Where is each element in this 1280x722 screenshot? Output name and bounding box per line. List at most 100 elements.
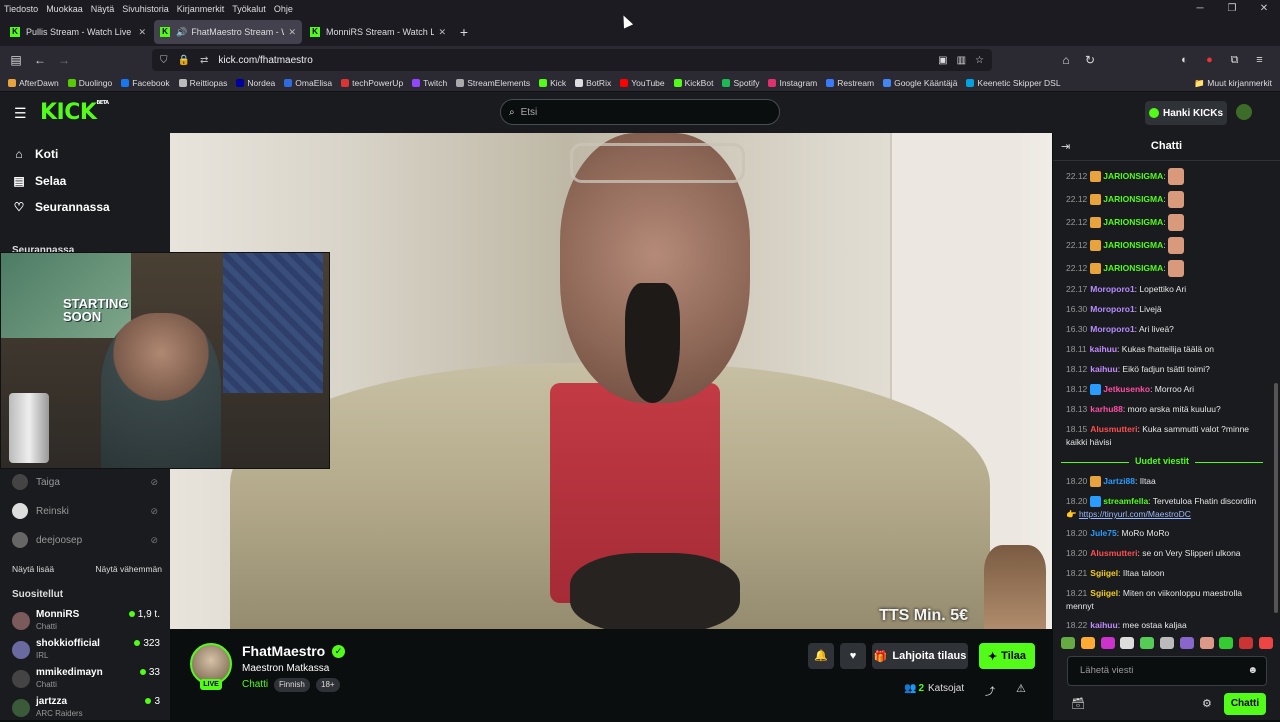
emote-moro-icon[interactable] bbox=[1061, 637, 1075, 649]
message-username[interactable]: JARIONSIGMA bbox=[1103, 171, 1163, 181]
message-username[interactable]: Sgiigel bbox=[1090, 588, 1118, 598]
sidebar-item-browse[interactable]: ▤ Selaa bbox=[12, 174, 66, 188]
follow-button[interactable]: ♥ bbox=[840, 643, 866, 669]
lock-icon[interactable]: 🔒 bbox=[178, 55, 190, 66]
bookmark-item[interactable]: Nordea bbox=[236, 78, 275, 88]
emote-icon[interactable] bbox=[1239, 637, 1254, 649]
url-text[interactable]: kick.com/fhatmaestro bbox=[218, 55, 312, 66]
message-username[interactable]: Moroporo1 bbox=[1090, 324, 1134, 334]
emote-icon[interactable] bbox=[1100, 637, 1115, 649]
get-kicks-button[interactable]: Hanki KICKs bbox=[1145, 101, 1227, 125]
kick-logo[interactable]: KICKBETA bbox=[40, 100, 109, 125]
emoji-picker-icon[interactable]: ☻ bbox=[1247, 657, 1258, 685]
chat-scrollbar[interactable] bbox=[1274, 383, 1278, 613]
message-link[interactable]: https://tinyurl.com/MaestroDC bbox=[1079, 509, 1191, 519]
bookmark-item[interactable]: AfterDawn bbox=[8, 78, 59, 88]
extension-badge-icon[interactable]: ● bbox=[1197, 54, 1222, 66]
bookmark-item[interactable]: techPowerUp bbox=[341, 78, 403, 88]
bookmark-item[interactable]: YouTube bbox=[620, 78, 665, 88]
bookmark-item[interactable]: Kick bbox=[539, 78, 566, 88]
bookmark-item[interactable]: BotRix bbox=[575, 78, 611, 88]
notification-bell-button[interactable]: 🔔 bbox=[808, 643, 834, 669]
menu-icon[interactable]: ≡ bbox=[1247, 54, 1272, 66]
bookmark-item[interactable]: Twitch bbox=[412, 78, 447, 88]
menu-help[interactable]: Ohje bbox=[274, 4, 293, 14]
gear-icon[interactable]: ⚙ bbox=[1202, 697, 1212, 710]
report-icon[interactable]: ⚠ bbox=[1016, 682, 1026, 695]
message-username[interactable]: Jule75 bbox=[1090, 528, 1116, 538]
emote-icon[interactable] bbox=[1199, 637, 1214, 649]
new-tab-icon[interactable]: + bbox=[454, 24, 474, 40]
emote-icon[interactable] bbox=[1219, 637, 1234, 649]
emote-icon[interactable] bbox=[1120, 637, 1135, 649]
close-tab-icon[interactable]: ✕ bbox=[288, 27, 296, 38]
emote-pog-icon[interactable] bbox=[1080, 637, 1095, 649]
bookmark-item[interactable]: OmaElisa bbox=[284, 78, 332, 88]
hamburger-menu-icon[interactable]: ☰ bbox=[14, 105, 27, 122]
emote-wtf-icon[interactable] bbox=[1159, 637, 1174, 649]
stream-category[interactable]: Chatti bbox=[242, 679, 268, 690]
bookmark-item[interactable]: Reittiopas bbox=[178, 78, 227, 88]
following-item[interactable]: deejoosep ⊘ bbox=[12, 530, 162, 550]
restore-icon[interactable]: ❐ bbox=[1216, 0, 1248, 18]
bookmark-star-icon[interactable]: ☆ bbox=[975, 55, 984, 66]
recommended-item[interactable]: jartzza ARC Raiders 3 bbox=[12, 696, 160, 722]
message-username[interactable]: JARIONSIGMA bbox=[1103, 217, 1163, 227]
bookmark-item[interactable]: Instagram bbox=[768, 78, 817, 88]
browser-tab-monnirs[interactable]: K MonniRS Stream - Watch Li ✕ bbox=[304, 20, 452, 44]
message-username[interactable]: JARIONSIGMA bbox=[1103, 194, 1163, 204]
show-less-link[interactable]: Näytä vähemmän bbox=[95, 564, 162, 574]
share-icon[interactable]: ⤴ bbox=[985, 683, 995, 698]
message-username[interactable]: Moroporo1 bbox=[1090, 304, 1134, 314]
home-icon[interactable]: ⌂ bbox=[1054, 53, 1078, 67]
picture-in-picture-icon[interactable]: ▣ bbox=[938, 55, 947, 66]
bookmark-item[interactable]: Restream bbox=[826, 78, 874, 88]
message-username[interactable]: kaihuu bbox=[1090, 620, 1117, 630]
recommended-item[interactable]: mmikedimayn Chatti 33 bbox=[12, 667, 160, 693]
close-window-icon[interactable]: ✕ bbox=[1248, 0, 1280, 18]
speaker-icon[interactable]: 🔊 bbox=[176, 27, 187, 38]
account-icon[interactable]: ◐ bbox=[1172, 54, 1197, 66]
sidebar-toggle-icon[interactable]: ▤ bbox=[4, 53, 28, 67]
menu-view[interactable]: Näytä bbox=[91, 4, 115, 14]
reload-icon[interactable]: ↻ bbox=[1078, 53, 1102, 67]
tag-language[interactable]: Finnish bbox=[274, 678, 310, 692]
browser-tab-fhatmaestro[interactable]: K 🔊 FhatMaestro Stream - Watc ✕ bbox=[154, 20, 302, 44]
minimize-icon[interactable]: ─ bbox=[1184, 0, 1216, 18]
url-bar[interactable]: ⛉ 🔒 ⇄ kick.com/fhatmaestro ▣ ▥ ☆ bbox=[152, 49, 992, 71]
back-icon[interactable]: ← bbox=[28, 53, 52, 67]
following-item[interactable]: Reinski ⊘ bbox=[12, 501, 162, 521]
message-username[interactable]: Moroporo1 bbox=[1090, 284, 1134, 294]
close-tab-icon[interactable]: ✕ bbox=[438, 27, 446, 38]
emote-icon[interactable] bbox=[1140, 637, 1155, 649]
message-username[interactable]: kaihuu bbox=[1090, 344, 1117, 354]
emote-sit-icon[interactable] bbox=[1258, 637, 1273, 649]
gift-subscription-button[interactable]: 🎁 Lahjoita tilaus bbox=[872, 643, 968, 669]
profile-avatar[interactable] bbox=[1236, 104, 1252, 120]
message-username[interactable]: karhu88 bbox=[1090, 404, 1123, 414]
message-username[interactable]: Sgiigel bbox=[1090, 568, 1118, 578]
sidebar-item-home[interactable]: ⌂ Koti bbox=[12, 147, 58, 161]
bookmark-item[interactable]: Spotify bbox=[722, 78, 759, 88]
bookmark-item[interactable]: Keenetic Skipper DSL bbox=[966, 78, 1061, 88]
other-bookmarks[interactable]: 📁 Muut kirjanmerkit bbox=[1194, 74, 1272, 92]
sidebar-item-following[interactable]: ♡ Seurannassa bbox=[12, 200, 110, 214]
message-username[interactable]: Alusmutteri bbox=[1090, 424, 1137, 434]
menu-file[interactable]: Tiedosto bbox=[4, 4, 38, 14]
tag-mature[interactable]: 18+ bbox=[316, 678, 340, 692]
message-username[interactable]: kaihuu bbox=[1090, 364, 1117, 374]
message-username[interactable]: Alusmutteri bbox=[1090, 548, 1137, 558]
close-tab-icon[interactable]: ✕ bbox=[138, 27, 146, 38]
reader-icon[interactable]: ▥ bbox=[957, 55, 966, 66]
subscribe-button[interactable]: ✦ Tilaa bbox=[979, 643, 1035, 669]
message-username[interactable]: JARIONSIGMA bbox=[1103, 263, 1163, 273]
recommended-item[interactable]: shokkiofficial IRL 323 bbox=[12, 638, 160, 664]
show-more-link[interactable]: Näytä lisää bbox=[12, 564, 54, 574]
menu-history[interactable]: Sivuhistoria bbox=[122, 4, 169, 14]
shield-icon[interactable]: ⛉ bbox=[160, 55, 168, 66]
following-item[interactable]: Taiga ⊘ bbox=[12, 472, 162, 492]
recommended-item[interactable]: MonniRS Chatti 1,9 t. bbox=[12, 609, 160, 635]
extensions-icon[interactable]: ⧉ bbox=[1222, 54, 1247, 67]
chat-message-input[interactable]: Lähetä viesti ☻ bbox=[1067, 656, 1267, 686]
menu-bookmarks[interactable]: Kirjanmerkit bbox=[177, 4, 225, 14]
